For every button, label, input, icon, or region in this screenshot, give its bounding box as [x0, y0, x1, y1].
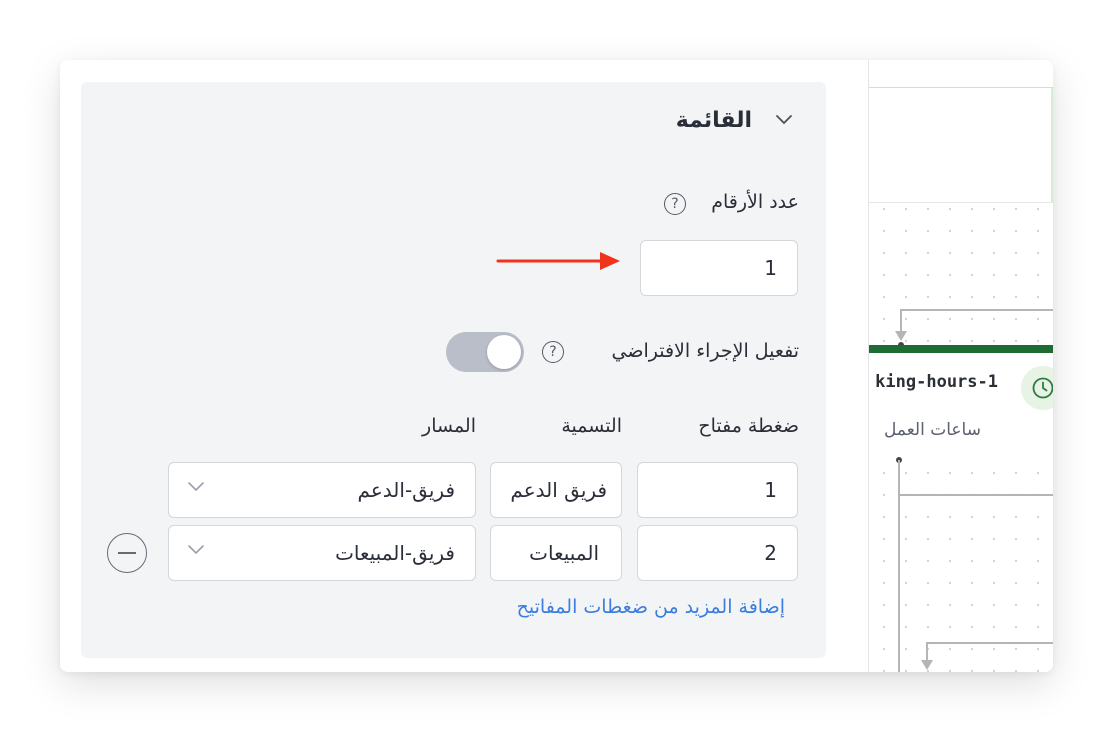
connector-line: [900, 309, 902, 331]
chevron-down-icon[interactable]: [775, 114, 793, 126]
help-icon[interactable]: ?: [664, 193, 686, 215]
connector-line: [898, 460, 900, 672]
default-action-label: تفعيل الإجراء الافتراضي: [611, 340, 800, 362]
connector-line: [900, 309, 1053, 311]
path-select-value: فريق-الدعم: [357, 478, 455, 502]
canvas-upper-node-accent: [1051, 88, 1053, 203]
node-title: king-hours-1: [875, 372, 998, 392]
label-input[interactable]: فريق الدعم: [490, 462, 622, 518]
connector-arrow: [895, 331, 907, 341]
flow-canvas[interactable]: king-hours-1 ساعات العمل: [868, 60, 1053, 672]
canvas-upper-node[interactable]: [869, 88, 1053, 203]
column-header-label: التسمية: [561, 415, 622, 437]
column-header-keypress: ضغطة مفتاح: [698, 415, 799, 437]
working-hours-node[interactable]: [869, 345, 1053, 460]
node-status-bar: [869, 345, 1053, 353]
node-subtitle: ساعات العمل: [884, 420, 981, 440]
editor-window: king-hours-1 ساعات العمل القائمة عدد الأ…: [60, 60, 1053, 672]
arrow-annotation-icon: [496, 252, 620, 270]
digits-label: عدد الأرقام: [711, 191, 799, 213]
column-header-path: المسار: [422, 415, 476, 437]
connector-line: [926, 642, 928, 660]
default-action-toggle[interactable]: [446, 332, 524, 372]
path-select-value: فريق-المبيعات: [335, 541, 455, 565]
section-title: القائمة: [675, 108, 752, 133]
toggle-knob: [487, 335, 521, 369]
digits-input[interactable]: 1: [640, 240, 798, 296]
menu-settings-panel: القائمة عدد الأرقام ? 1 تفعيل الإجراء ال…: [81, 82, 826, 658]
keypress-input[interactable]: 2: [637, 525, 798, 581]
connector-line: [926, 642, 1053, 644]
add-more-keypresses-link[interactable]: إضافة المزيد من ضغطات المفاتيح: [517, 596, 785, 618]
chevron-down-icon: [188, 482, 204, 492]
minus-icon: [118, 552, 136, 554]
connector-arrow: [921, 660, 933, 670]
help-icon[interactable]: ?: [542, 341, 564, 363]
keypress-input[interactable]: 1: [637, 462, 798, 518]
label-input[interactable]: المبيعات: [490, 525, 622, 581]
remove-row-button[interactable]: [107, 533, 147, 573]
path-select[interactable]: فريق-المبيعات: [168, 525, 476, 581]
connector-line: [898, 494, 1053, 496]
path-select[interactable]: فريق-الدعم: [168, 462, 476, 518]
chevron-down-icon: [188, 545, 204, 555]
